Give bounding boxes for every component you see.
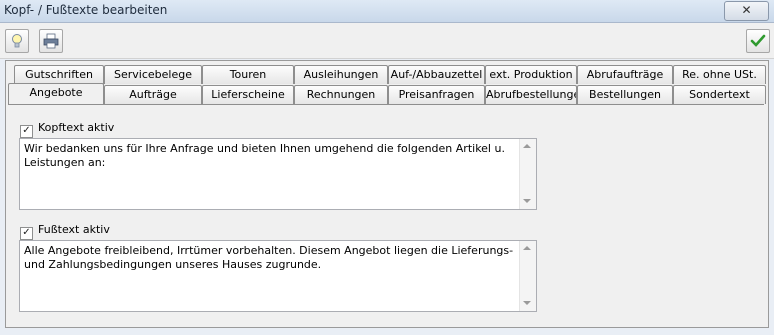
tab-ausleihungen[interactable]: Ausleihungen [294,65,388,84]
tab-lieferscheine[interactable]: Lieferscheine [202,85,294,104]
checkmark-icon [750,34,766,47]
tab-rechnungen[interactable]: Rechnungen [294,85,388,104]
lightbulb-icon [12,34,22,48]
toolbar [0,23,774,59]
tab-sondertext[interactable]: Sondertext [673,85,766,104]
tab-abrufaufträge[interactable]: Abrufaufträge [577,65,673,84]
hint-button[interactable] [5,29,29,53]
footer-text[interactable]: Alle Angebote freibleibend, Irrtümer vor… [24,244,514,272]
close-button[interactable]: ✕ [724,1,769,21]
scroll-up-icon[interactable] [523,144,531,148]
tab-angebote[interactable]: Angebote [8,83,104,104]
window-title: Kopf- / Fußtexte bearbeiten [4,3,168,17]
header-active-row[interactable]: ✓ Kopftext aktiv [20,121,115,138]
scroll-down-icon[interactable] [523,199,531,203]
tab-touren[interactable]: Touren [202,65,294,84]
checkmark-icon: ✓ [22,125,31,136]
tab-abrufbestellungen[interactable]: Abrufbestellungen [485,85,577,104]
close-icon: ✕ [741,3,752,17]
checkmark-icon: ✓ [22,227,31,238]
scroll-up-icon[interactable] [523,246,531,250]
footer-active-label: Fußtext aktiv [38,223,110,236]
tab-ext-produktion[interactable]: ext. Produktion [485,65,577,84]
header-text[interactable]: Wir bedanken uns für Ihre Anfrage und bi… [24,142,514,170]
tab-re-ohne-ust[interactable]: Re. ohne USt. [673,65,766,84]
header-scrollbar[interactable] [519,139,536,209]
footer-active-row[interactable]: ✓ Fußtext aktiv [20,223,110,240]
tab-preisanfragen[interactable]: Preisanfragen [388,85,485,104]
tab-bestellungen[interactable]: Bestellungen [577,85,673,104]
printer-icon [43,33,59,49]
scroll-down-icon[interactable] [523,301,531,305]
ok-button[interactable] [746,29,770,53]
footer-text-area[interactable]: Alle Angebote freibleibend, Irrtümer vor… [19,240,537,312]
header-text-area[interactable]: Wir bedanken uns für Ihre Anfrage und bi… [19,138,537,210]
header-active-checkbox[interactable]: ✓ [20,125,33,138]
header-active-label: Kopftext aktiv [38,121,115,134]
tab-aufträge[interactable]: Aufträge [104,85,202,104]
tab-gutschriften[interactable]: Gutschriften [14,65,104,84]
tab-auf-abbauzettel[interactable]: Auf-/Abbauzettel [388,65,485,84]
title-bar: Kopf- / Fußtexte bearbeiten ✕ [0,0,774,23]
tab-divider [8,104,764,105]
print-button[interactable] [39,29,63,53]
tab-servicebelege[interactable]: Servicebelege [104,65,202,84]
footer-active-checkbox[interactable]: ✓ [20,227,33,240]
tab-control: Gutschriften Servicebelege Touren Ausleihun… [5,60,769,328]
footer-scrollbar[interactable] [519,241,536,311]
